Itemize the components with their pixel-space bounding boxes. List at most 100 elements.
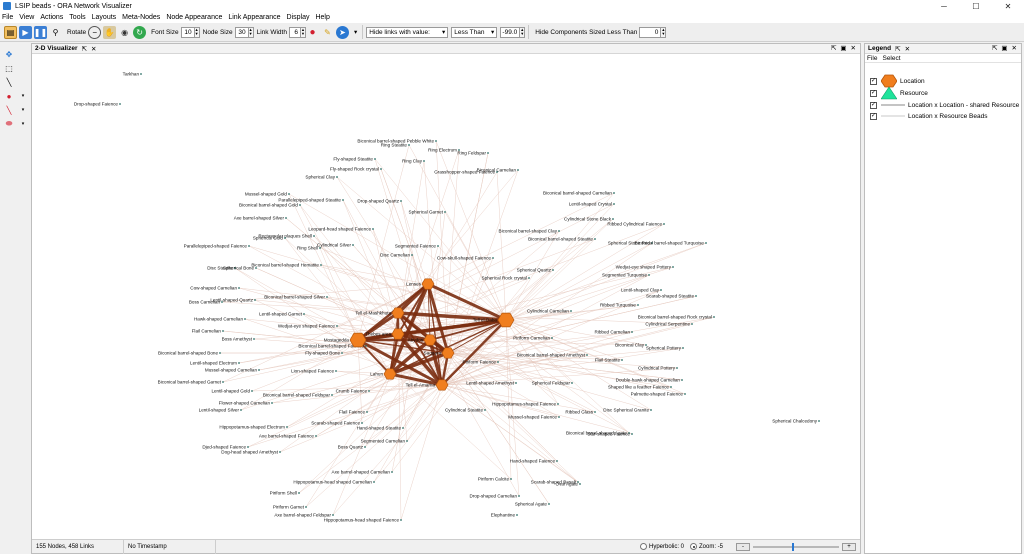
clipboard-icon[interactable]: ▤ <box>4 25 17 39</box>
menu-actions[interactable]: Actions <box>40 14 63 21</box>
resource-node[interactable] <box>288 193 290 195</box>
resource-node[interactable] <box>303 313 305 315</box>
resource-node[interactable] <box>238 362 240 364</box>
location-node[interactable] <box>349 332 367 348</box>
resource-node[interactable] <box>286 426 288 428</box>
resource-node[interactable] <box>320 264 322 266</box>
add-link-dropdown-icon[interactable]: ▾ <box>17 105 29 115</box>
search-icon[interactable]: ⚲ <box>49 26 62 39</box>
eraser-dropdown-icon[interactable]: ▾ <box>17 119 29 129</box>
refresh-icon[interactable]: ↻ <box>133 25 147 39</box>
resource-node[interactable] <box>612 218 614 220</box>
resource-node[interactable] <box>400 519 402 521</box>
resource-node[interactable] <box>331 394 333 396</box>
node-size-spinner[interactable]: ▲ ▼ <box>248 26 254 38</box>
menu-display[interactable]: Display <box>287 14 310 21</box>
resource-node[interactable] <box>253 338 255 340</box>
resource-node[interactable] <box>271 402 273 404</box>
resource-node[interactable] <box>613 192 615 194</box>
resource-node[interactable] <box>406 440 408 442</box>
resource-node[interactable] <box>570 310 572 312</box>
resource-node[interactable] <box>298 492 300 494</box>
threshold-spinner[interactable]: ▲ ▼ <box>520 26 526 38</box>
resource-node[interactable] <box>244 318 246 320</box>
node-size-input[interactable]: 30 <box>234 26 249 38</box>
resource-node[interactable] <box>251 390 253 392</box>
threshold-input[interactable]: -99.0 <box>500 26 521 38</box>
hand-icon[interactable]: ✋ <box>103 25 117 39</box>
resource-node[interactable] <box>631 331 633 333</box>
resource-node[interactable] <box>222 381 224 383</box>
beads-link-checkbox[interactable]: ✓ <box>870 112 877 120</box>
resource-node[interactable] <box>222 330 224 332</box>
resource-node[interactable] <box>366 411 368 413</box>
resource-node[interactable] <box>510 478 512 480</box>
node-color-icon[interactable]: ● <box>306 26 319 39</box>
select-rectangle-icon[interactable]: ⬚ <box>3 63 15 73</box>
resource-node[interactable] <box>695 295 697 297</box>
shared-resource-link-checkbox[interactable]: ✓ <box>870 101 877 109</box>
resource-node[interactable] <box>332 514 334 516</box>
resource-node[interactable] <box>492 257 494 259</box>
resource-node[interactable] <box>336 176 338 178</box>
eraser-icon[interactable]: ⬬ <box>3 119 15 129</box>
resource-node[interactable] <box>435 140 437 142</box>
resource-node[interactable] <box>556 460 558 462</box>
zoom-radio[interactable] <box>690 543 698 550</box>
resource-node[interactable] <box>594 238 596 240</box>
resource-node[interactable] <box>650 409 652 411</box>
resource-node[interactable] <box>240 409 242 411</box>
resource-node[interactable] <box>402 427 404 429</box>
resource-node[interactable] <box>279 451 281 453</box>
minimize-button[interactable]: ─ <box>928 0 960 12</box>
resource-node[interactable] <box>631 433 633 435</box>
close-button[interactable]: ✕ <box>992 0 1024 12</box>
resource-node[interactable] <box>444 211 446 213</box>
resource-node[interactable] <box>258 369 260 371</box>
resource-node[interactable] <box>284 237 286 239</box>
legend-maximize-icon[interactable]: ▣ <box>1001 44 1007 52</box>
resource-node[interactable] <box>579 483 581 485</box>
panel-maximize-icon[interactable]: ▣ <box>840 44 846 52</box>
resource-node[interactable] <box>248 245 250 247</box>
resource-node[interactable] <box>391 471 393 473</box>
location-checkbox[interactable]: ✓ <box>870 77 877 85</box>
resource-node[interactable] <box>365 345 367 347</box>
resource-node[interactable] <box>374 158 376 160</box>
resource-node[interactable] <box>484 409 486 411</box>
resource-node[interactable] <box>119 103 121 105</box>
hyperbolic-radio[interactable] <box>640 543 647 550</box>
resource-node[interactable] <box>684 393 686 395</box>
resource-node[interactable] <box>660 289 662 291</box>
component-size-input[interactable]: 0 <box>639 26 662 38</box>
zoom-thumb[interactable] <box>791 543 794 551</box>
resource-node[interactable] <box>517 169 519 171</box>
resource-node[interactable] <box>411 254 413 256</box>
resource-node[interactable] <box>372 228 374 230</box>
pencil-icon[interactable]: ✎ <box>321 26 334 39</box>
resource-node[interactable] <box>299 204 301 206</box>
resource-node[interactable] <box>621 359 623 361</box>
link-width-input[interactable]: 6 <box>288 26 301 38</box>
resource-node[interactable] <box>713 316 715 318</box>
resource-node[interactable] <box>557 403 559 405</box>
comparison-select[interactable]: Less Than ▾ <box>451 26 498 38</box>
menu-link-appearance[interactable]: Link Appearance <box>228 14 280 21</box>
resource-node[interactable] <box>552 269 554 271</box>
resource-node[interactable] <box>368 390 370 392</box>
resource-node[interactable] <box>558 230 560 232</box>
location-node[interactable] <box>497 312 515 328</box>
location-node[interactable] <box>435 379 449 391</box>
location-node[interactable] <box>421 278 435 290</box>
navigate-icon[interactable]: ➤ <box>335 25 349 39</box>
resource-node[interactable] <box>352 244 354 246</box>
resource-node[interactable] <box>691 323 693 325</box>
location-node[interactable] <box>391 328 405 340</box>
legend-pin-icon[interactable]: ⇱ <box>895 45 900 53</box>
location-node[interactable] <box>383 368 397 380</box>
resource-node[interactable] <box>672 266 674 268</box>
resource-node[interactable] <box>676 367 678 369</box>
resource-node[interactable] <box>558 416 560 418</box>
legend-close-icon[interactable]: ✕ <box>1012 44 1017 52</box>
resource-node[interactable] <box>400 200 402 202</box>
